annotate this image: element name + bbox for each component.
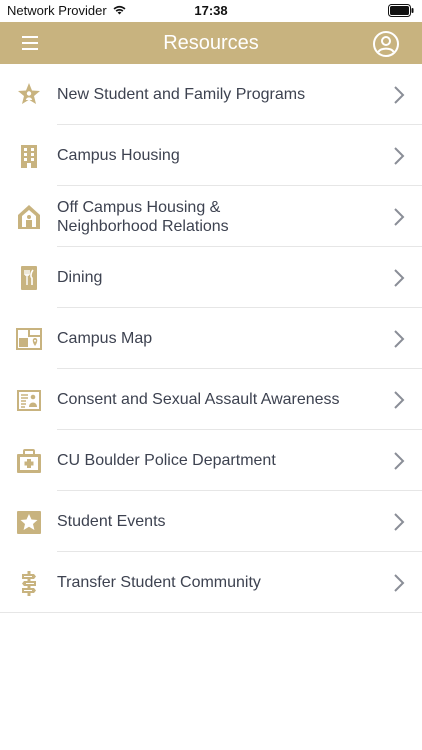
list-item-off-campus-housing[interactable]: Off Campus Housing & Neighborhood Relati… [0,186,422,247]
list-item-label: Campus Map [57,330,153,347]
house-icon [15,203,43,231]
list-item-student-events[interactable]: Student Events [0,491,422,552]
chevron-right-icon [394,207,405,226]
chevron-right-icon [394,451,405,470]
resource-list: New Student and Family Programs Campus H… [0,64,422,613]
chevron-right-icon [394,329,405,348]
user-profile-icon [373,31,399,57]
page-title: Resources [163,31,259,54]
menu-button[interactable] [20,33,42,53]
list-item-new-student-programs[interactable]: New Student and Family Programs [0,64,422,125]
first-aid-icon [15,447,43,475]
hamburger-menu-icon [22,36,38,50]
signpost-icon [15,569,43,597]
chevron-right-icon [394,390,405,409]
list-item-label: Transfer Student Community [57,574,261,591]
star-person-icon [15,81,43,109]
list-item-label: Dining [57,269,103,286]
chevron-right-icon [394,268,405,287]
list-item-police-department[interactable]: CU Boulder Police Department [0,430,422,491]
people-board-icon [15,386,43,414]
battery-icon [388,4,414,20]
chevron-right-icon [394,573,405,592]
list-item-campus-housing[interactable]: Campus Housing [0,125,422,186]
utensils-icon [15,264,43,292]
list-item-dining[interactable]: Dining [0,247,422,308]
map-icon [15,325,43,353]
list-item-label: Consent and Sexual Assault Awareness [57,391,340,408]
nav-bar: Resources [0,22,422,64]
profile-button[interactable] [372,30,400,58]
list-item-label: New Student and Family Programs [57,86,306,103]
list-item-label: CU Boulder Police Department [57,452,276,469]
building-icon [15,142,43,170]
status-bar: Network Provider 17:38 [0,0,422,22]
chevron-right-icon [394,146,405,165]
chevron-right-icon [394,512,405,531]
list-item-label: Campus Housing [57,147,180,164]
status-time: 17:38 [194,3,228,18]
list-item-consent-awareness[interactable]: Consent and Sexual Assault Awareness [0,369,422,430]
list-item-label: Off Campus Housing & Neighborhood Relati… [57,198,229,235]
chevron-right-icon [394,85,405,104]
star-icon [15,508,43,536]
list-item-transfer-community[interactable]: Transfer Student Community [0,552,422,613]
list-item-campus-map[interactable]: Campus Map [0,308,422,369]
list-item-label: Student Events [57,513,166,530]
